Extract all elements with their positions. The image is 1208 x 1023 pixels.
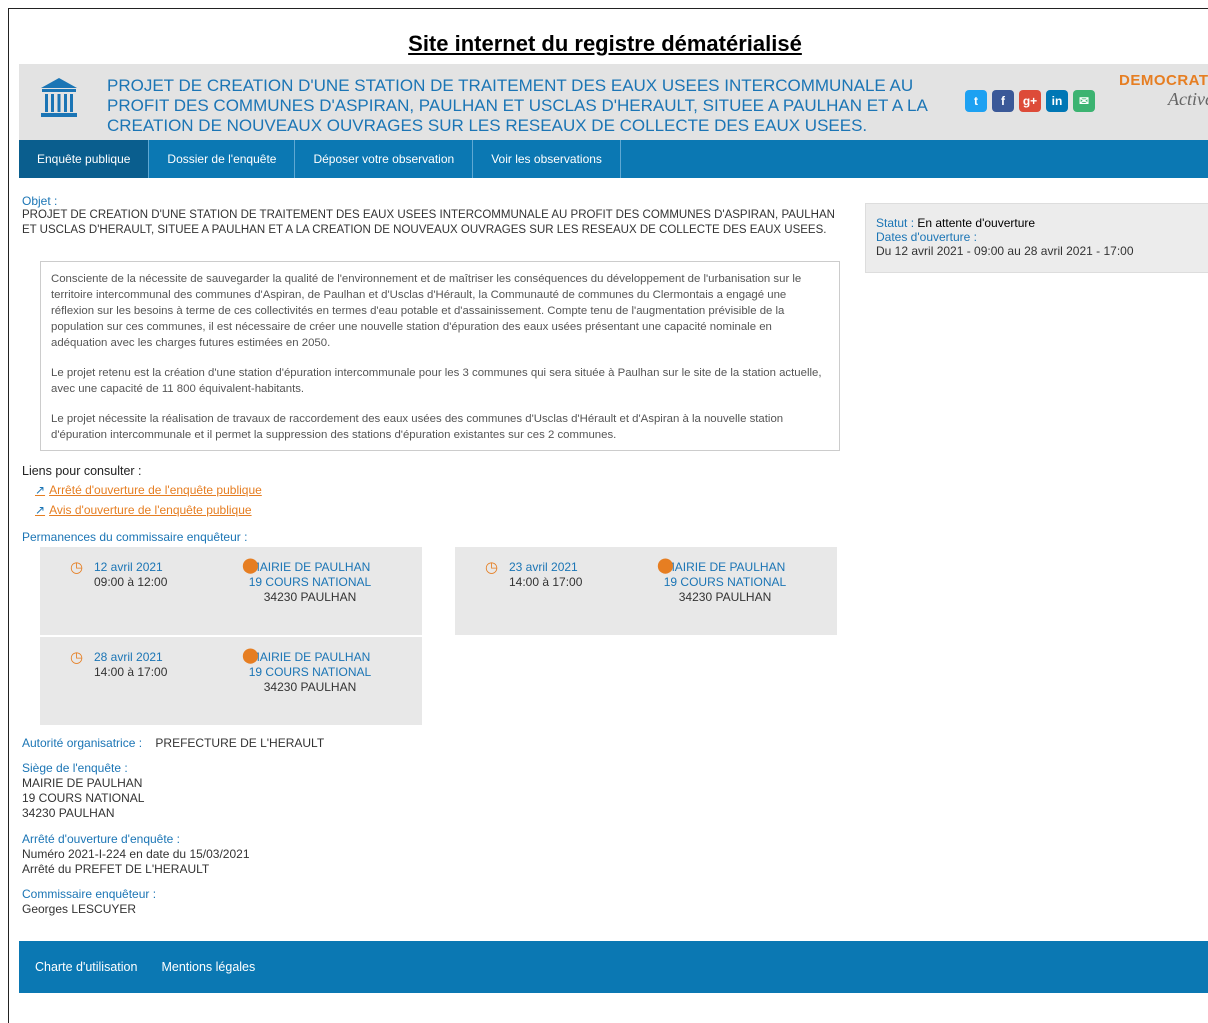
building-logo-icon [39,76,79,125]
authority-block: Autorité organisatrice : PREFECTURE DE L… [22,736,324,751]
google-plus-icon[interactable]: g+ [1019,90,1041,112]
permanence-date: 23 avril 2021 [509,560,578,574]
authority-value: PREFECTURE DE L'HERAULT [155,736,325,750]
tab-voir-observations[interactable]: Voir les observations [473,140,621,178]
object-label: Objet : [22,194,58,208]
brand-line-1: DEMOCRATIE [1119,72,1208,89]
external-link-icon: ↗ [35,503,46,517]
brand-line-2: Active [1168,89,1208,109]
permanences-title: Permanences du commissaire enquêteur : [22,530,248,544]
footer-link-mentions[interactable]: Mentions légales [161,960,255,974]
location-pin-icon: ⬤ [242,557,259,574]
permanence-street: 19 COURS NATIONAL [663,575,787,589]
link-label[interactable]: Arrêté d'ouverture de l'enquête publique [49,483,262,497]
description-box: Consciente de la nécessite de sauvegarde… [40,261,840,451]
tab-dossier[interactable]: Dossier de l'enquête [149,140,296,178]
clock-icon: ◷ [70,649,84,666]
authority-label: Autorité organisatrice : [22,736,143,750]
status-box: Statut : En attente d'ouverture Dates d'… [865,203,1208,273]
clock-icon: ◷ [485,559,499,576]
status-value: En attente d'ouverture [917,216,1036,230]
dates-value: Du 12 avril 2021 - 09:00 au 28 avril 202… [876,244,1134,258]
decree-block: Arrêté d'ouverture d'enquête : Numéro 20… [22,832,250,877]
permanence-hours: 14:00 à 17:00 [94,665,168,679]
header-title: PROJET DE CREATION D'UNE STATION DE TRAI… [107,76,927,135]
permanence-card: ◷ 12 avril 2021 09:00 à 12:00 ⬤ MAIRIE D… [40,547,422,635]
status-label: Statut : [876,216,915,230]
website-screenshot: PROJET DE CREATION D'UNE STATION DE TRAI… [19,64,1208,1023]
commissioner-label: Commissaire enquêteur : [22,887,157,901]
description-paragraph: Le projet nécessite la réalisation de tr… [51,413,784,441]
facebook-icon[interactable]: f [992,90,1014,112]
seat-label: Siège de l'enquête : [22,761,128,775]
permanence-card: ◷ 23 avril 2021 14:00 à 17:00 ⬤ MAIRIE D… [455,547,837,635]
brand-logo[interactable]: DEMOCRATIE Active [1119,72,1208,110]
location-pin-icon: ⬤ [242,647,259,664]
commissioner-value: Georges LESCUYER [22,902,137,916]
link-label[interactable]: Avis d'ouverture de l'enquête publique [49,503,252,517]
document-title: Site internet du registre dématérialisé [408,31,802,56]
tab-deposer-observation[interactable]: Déposer votre observation [295,140,474,178]
social-share-bar: t f g+ in ✉ [965,90,1095,112]
seat-line: 19 COURS NATIONAL [22,791,145,805]
seat-block: Siège de l'enquête : MAIRIE DE PAULHAN 1… [22,761,144,821]
decree-line: Numéro 2021-I-224 en date du 15/03/2021 [22,847,250,861]
dates-label: Dates d'ouverture : [876,230,978,244]
object-text: PROJET DE CREATION D'UNE STATION DE TRAI… [22,209,835,236]
permanence-hours: 14:00 à 17:00 [509,575,583,589]
commissioner-block: Commissaire enquêteur : Georges LESCUYER [22,887,156,917]
site-footer: Charte d'utilisation Mentions légales [19,941,1208,993]
linkedin-icon[interactable]: in [1046,90,1068,112]
permanence-date: 28 avril 2021 [94,650,163,664]
link-avis[interactable]: ↗ Avis d'ouverture de l'enquête publique [35,503,252,517]
permanence-city: 34230 PAULHAN [263,680,357,694]
seat-line: 34230 PAULHAN [22,806,115,820]
site-header: PROJET DE CREATION D'UNE STATION DE TRAI… [19,64,1208,140]
permanence-city: 34230 PAULHAN [263,590,357,604]
permanence-street: 19 COURS NATIONAL [248,665,372,679]
permanence-card: ◷ 28 avril 2021 14:00 à 17:00 ⬤ MAIRIE D… [40,637,422,725]
main-nav: Enquête publique Dossier de l'enquête Dé… [19,140,1208,178]
links-title: Liens pour consulter : [22,464,142,478]
tab-enquete-publique[interactable]: Enquête publique [19,140,150,178]
description-paragraph: Le projet retenu est la création d'une s… [51,367,822,395]
location-pin-icon: ⬤ [657,557,674,574]
permanence-date: 12 avril 2021 [94,560,163,574]
decree-label: Arrêté d'ouverture d'enquête : [22,832,181,846]
permanence-city: 34230 PAULHAN [678,590,772,604]
link-arrete[interactable]: ↗ Arrêté d'ouverture de l'enquête publiq… [35,483,262,497]
external-link-icon: ↗ [35,483,46,497]
permanence-hours: 09:00 à 12:00 [94,575,168,589]
footer-link-charte[interactable]: Charte d'utilisation [35,960,137,974]
email-icon[interactable]: ✉ [1073,90,1095,112]
permanence-street: 19 COURS NATIONAL [248,575,372,589]
twitter-icon[interactable]: t [965,90,987,112]
clock-icon: ◷ [70,559,84,576]
description-paragraph: Consciente de la nécessite de sauvegarde… [51,273,802,349]
document-frame: Site internet du registre dématérialisé … [8,8,1208,1023]
decree-line: Arrêté du PREFET DE L'HERAULT [22,862,210,876]
seat-line: MAIRIE DE PAULHAN [22,776,143,790]
